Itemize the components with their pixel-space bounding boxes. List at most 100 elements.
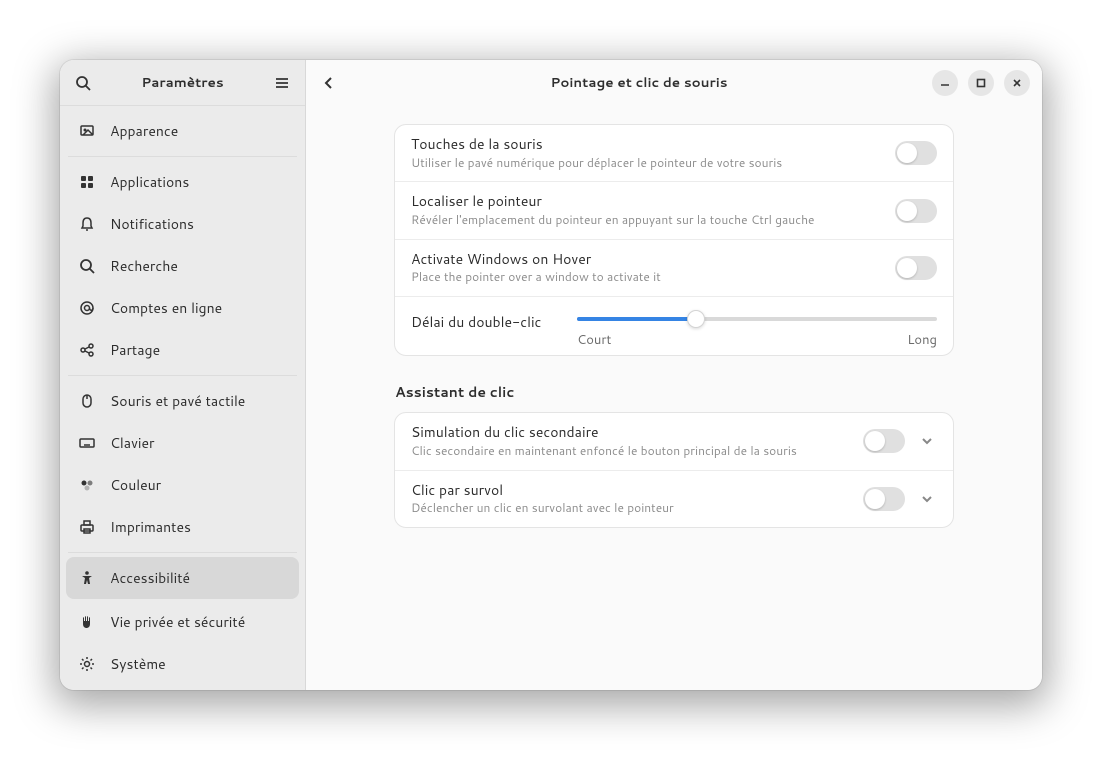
sidebar-separator [68,156,297,157]
sidebar-item-label: Recherche [110,256,178,276]
settings-window: Paramètres Apparence Applications Notifi… [60,60,1042,690]
bell-icon [78,215,96,233]
share-icon [78,341,96,359]
mouse-icon [78,392,96,410]
sidebar-item-color[interactable]: Couleur [60,464,305,506]
switch-hover-click[interactable] [863,487,905,511]
row-double-click-delay: Délai du double-clic Court Long [395,297,953,355]
sidebar-item-notifications[interactable]: Notifications [60,203,305,245]
content-pane: Pointage et clic de souris Touches de la… [306,60,1042,690]
minimize-button[interactable] [932,70,958,96]
sidebar-separator [68,552,297,553]
row-title: Touches de la souris [411,135,883,155]
minimize-icon [940,78,950,88]
row-title: Clic par survol [411,481,851,501]
sidebar-item-label: Accessibilité [110,568,190,588]
content-header: Pointage et clic de souris [306,60,1042,106]
sidebar-item-label: Comptes en ligne [110,298,222,318]
sidebar: Paramètres Apparence Applications Notifi… [60,60,306,690]
row-subtitle: Clic secondaire en maintenant enfoncé le… [411,443,851,460]
expand-secondary-click[interactable] [917,431,937,451]
color-icon [78,476,96,494]
chevron-left-icon [321,75,337,91]
slider-fill [577,317,696,321]
keyboard-icon [78,434,96,452]
row-subtitle: Révéler l'emplacement du pointeur en app… [411,212,883,229]
sidebar-item-sharing[interactable]: Partage [60,329,305,371]
switch-locate-pointer[interactable] [895,199,937,223]
row-subtitle: Place the pointer over a window to activ… [411,269,883,286]
search-icon [78,257,96,275]
slider-wrap: Court Long [577,309,937,349]
sidebar-item-search[interactable]: Recherche [60,245,305,287]
row-title: Activate Windows on Hover [411,250,883,270]
sidebar-item-label: Applications [110,172,189,192]
sidebar-item-label: Imprimantes [110,517,191,537]
close-icon [1012,78,1022,88]
chevron-down-icon [920,492,934,506]
slider-thumb[interactable] [687,310,705,328]
sidebar-separator [68,375,297,376]
sidebar-item-label: Vie privée et sécurité [110,612,245,632]
printer-icon [78,518,96,536]
slider-label: Délai du double-clic [411,309,561,333]
switch-activate-on-hover[interactable] [895,256,937,280]
close-button[interactable] [1004,70,1030,96]
click-assist-group: Simulation du clic secondaire Clic secon… [394,412,954,528]
sidebar-item-privacy[interactable]: Vie privée et sécurité [60,601,305,643]
sidebar-item-appearance[interactable]: Apparence [60,110,305,152]
sidebar-item-label: Partage [110,340,160,360]
row-locate-pointer: Localiser le pointeur Révéler l'emplacem… [395,182,953,239]
slider-labels: Court Long [577,331,937,349]
row-activate-on-hover: Activate Windows on Hover Place the poin… [395,240,953,297]
row-text: Activate Windows on Hover Place the poin… [411,250,883,286]
pointing-clicking-group: Touches de la souris Utiliser le pavé nu… [394,124,954,356]
sidebar-header: Paramètres [60,60,305,106]
row-text: Touches de la souris Utiliser le pavé nu… [411,135,883,171]
sidebar-item-printers[interactable]: Imprimantes [60,506,305,548]
double-click-slider[interactable] [577,317,937,321]
row-subtitle: Déclencher un clic en survolant avec le … [411,500,851,517]
row-title: Simulation du clic secondaire [411,423,851,443]
row-mouse-keys: Touches de la souris Utiliser le pavé nu… [395,125,953,182]
row-text: Clic par survol Déclencher un clic en su… [411,481,851,517]
sidebar-item-label: Souris et pavé tactile [110,391,245,411]
appearance-icon [78,122,96,140]
sidebar-item-label: Système [110,654,166,674]
sidebar-item-label: Apparence [110,121,178,141]
sidebar-item-system[interactable]: Système [60,643,305,685]
row-text: Localiser le pointeur Révéler l'emplacem… [411,192,883,228]
slider-min-label: Court [577,331,611,349]
sidebar-item-label: Notifications [110,214,194,234]
maximize-icon [976,78,986,88]
switch-mouse-keys[interactable] [895,141,937,165]
row-subtitle: Utiliser le pavé numérique pour déplacer… [411,155,883,172]
switch-secondary-click[interactable] [863,429,905,453]
page-title: Pointage et clic de souris [346,73,932,92]
sidebar-item-keyboard[interactable]: Clavier [60,422,305,464]
accessibility-icon [78,569,96,587]
at-icon [78,299,96,317]
sidebar-item-online-accounts[interactable]: Comptes en ligne [60,287,305,329]
row-text: Simulation du clic secondaire Clic secon… [411,423,851,459]
back-button[interactable] [312,66,346,100]
row-hover-click: Clic par survol Déclencher un clic en su… [395,471,953,527]
sidebar-item-applications[interactable]: Applications [60,161,305,203]
maximize-button[interactable] [968,70,994,96]
sidebar-list: Apparence Applications Notifications Rec… [60,106,305,690]
hand-icon [78,613,96,631]
sidebar-item-label: Clavier [110,433,154,453]
expand-hover-click[interactable] [917,489,937,509]
row-secondary-click: Simulation du clic secondaire Clic secon… [395,413,953,470]
sidebar-item-label: Couleur [110,475,161,495]
chevron-down-icon [920,434,934,448]
sidebar-item-mouse[interactable]: Souris et pavé tactile [60,380,305,422]
click-assist-heading: Assistant de clic [395,382,955,402]
search-button[interactable] [66,66,100,100]
apps-icon [78,173,96,191]
sidebar-item-accessibility[interactable]: Accessibilité [66,557,299,599]
slider-max-label: Long [907,331,937,349]
gear-icon [78,655,96,673]
menu-button[interactable] [265,66,299,100]
sidebar-title: Paramètres [100,73,265,92]
